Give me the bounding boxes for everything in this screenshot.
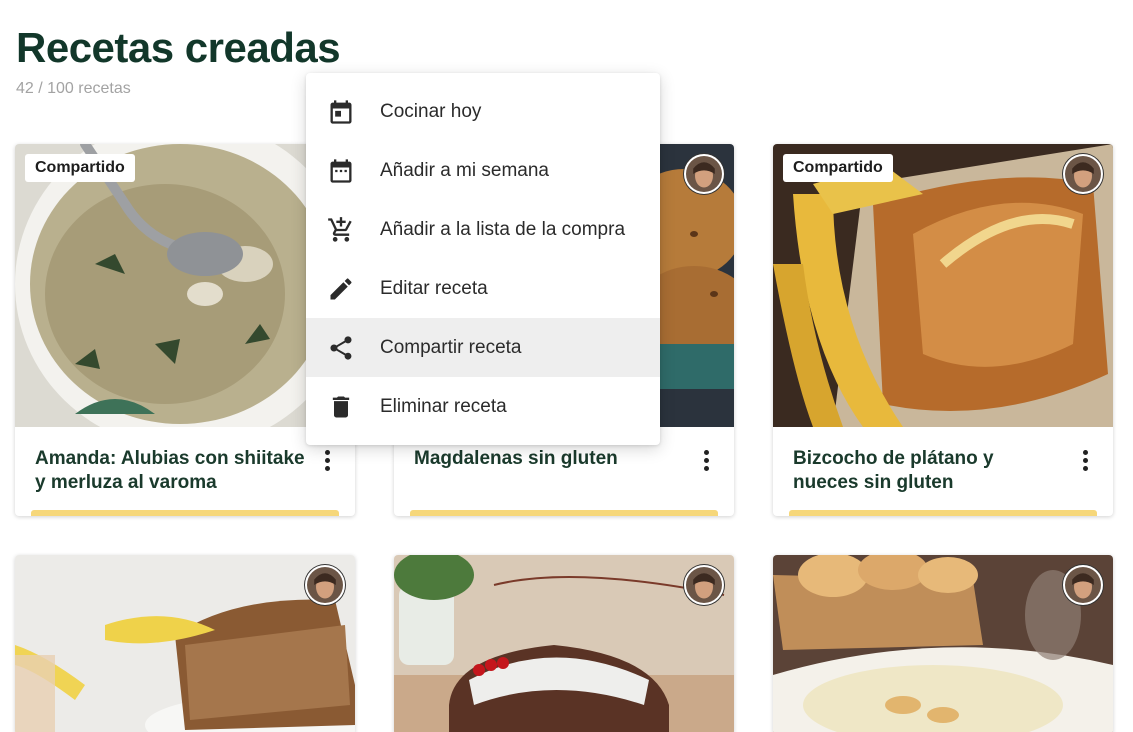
add-shopping-cart-icon <box>327 216 355 244</box>
accent-bar <box>789 510 1097 516</box>
recipe-title[interactable]: Amanda: Alubias con shiitake y merluza a… <box>35 447 305 495</box>
recipe-card[interactable]: Compartido Amanda: Alubias con shiitake … <box>15 144 355 516</box>
avatar <box>684 154 724 194</box>
accent-bar <box>31 510 339 516</box>
menu-item-share-recipe[interactable]: Compartir receta <box>306 318 660 377</box>
accent-bar <box>410 510 718 516</box>
recipe-image[interactable]: Compartido <box>773 144 1113 427</box>
trash-icon <box>327 393 355 421</box>
menu-item-label: Añadir a mi semana <box>380 159 549 181</box>
menu-item-label: Añadir a la lista de la compra <box>380 218 626 240</box>
menu-item-add-to-week[interactable]: Añadir a mi semana <box>306 141 660 200</box>
recipe-image[interactable] <box>394 555 734 732</box>
recipe-image[interactable] <box>15 555 355 732</box>
more-options-button[interactable] <box>319 447 335 477</box>
recipe-title[interactable]: Magdalenas sin gluten <box>414 447 684 471</box>
avatar <box>684 565 724 605</box>
share-icon <box>327 334 355 362</box>
menu-item-label: Eliminar receta <box>380 395 507 417</box>
avatar <box>1063 154 1103 194</box>
recipe-context-menu: Cocinar hoy Añadir a mi semana Añadir a … <box>306 73 660 445</box>
shared-badge: Compartido <box>783 154 893 182</box>
page-title: Recetas creadas <box>16 24 341 71</box>
shared-badge: Compartido <box>25 154 135 182</box>
calendar-week-icon <box>327 157 355 185</box>
recipe-card[interactable] <box>394 555 734 732</box>
menu-item-delete-recipe[interactable]: Eliminar receta <box>306 377 660 436</box>
recipe-count: 42 / 100 recetas <box>16 80 131 97</box>
menu-item-label: Compartir receta <box>380 336 522 358</box>
more-options-button[interactable] <box>1077 447 1093 477</box>
recipe-card[interactable] <box>15 555 355 732</box>
recipe-image[interactable] <box>773 555 1113 732</box>
calendar-today-icon <box>327 98 355 126</box>
recipe-card[interactable] <box>773 555 1113 732</box>
menu-item-add-to-shopping-list[interactable]: Añadir a la lista de la compra <box>306 200 660 259</box>
avatar <box>305 565 345 605</box>
menu-item-cook-today[interactable]: Cocinar hoy <box>306 82 660 141</box>
more-options-button[interactable] <box>698 447 714 477</box>
menu-item-label: Cocinar hoy <box>380 100 482 122</box>
menu-item-label: Editar receta <box>380 277 488 299</box>
recipe-card[interactable]: Compartido Bizcocho de plátano y nueces … <box>773 144 1113 516</box>
recipe-title[interactable]: Bizcocho de plátano y nueces sin gluten <box>793 447 1063 495</box>
pencil-icon <box>327 275 355 303</box>
recipe-image[interactable]: Compartido <box>15 144 355 427</box>
avatar <box>1063 565 1103 605</box>
menu-item-edit-recipe[interactable]: Editar receta <box>306 259 660 318</box>
